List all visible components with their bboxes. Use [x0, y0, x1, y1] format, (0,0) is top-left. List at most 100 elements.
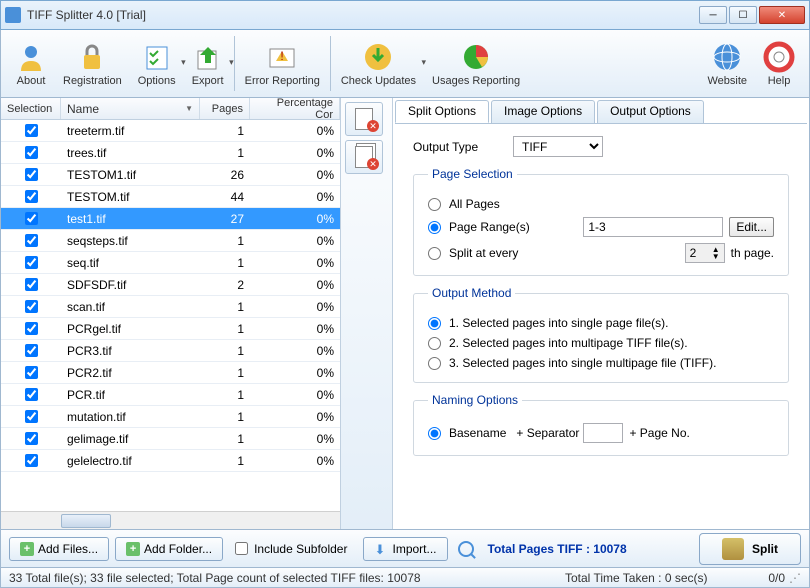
- row-checkbox[interactable]: [25, 366, 38, 379]
- registration-button[interactable]: Registration: [55, 32, 130, 95]
- row-name: test1.tif: [61, 212, 200, 226]
- table-row[interactable]: treeterm.tif10%: [1, 120, 340, 142]
- row-percentage: 0%: [250, 168, 340, 182]
- table-row[interactable]: PCRgel.tif10%: [1, 318, 340, 340]
- row-percentage: 0%: [250, 410, 340, 424]
- output-method-1-radio[interactable]: [428, 317, 441, 330]
- table-row[interactable]: test1.tif270%: [1, 208, 340, 230]
- minimize-button[interactable]: ─: [699, 6, 727, 24]
- resize-grip-icon[interactable]: ⋰: [789, 571, 801, 585]
- edit-ranges-button[interactable]: Edit...: [729, 217, 774, 237]
- export-button[interactable]: Export: [184, 32, 232, 95]
- all-pages-radio[interactable]: [428, 198, 441, 211]
- row-checkbox[interactable]: [25, 146, 38, 159]
- usages-reporting-button[interactable]: Usages Reporting: [424, 32, 528, 95]
- table-row[interactable]: gelimage.tif10%: [1, 428, 340, 450]
- row-percentage: 0%: [250, 212, 340, 226]
- table-row[interactable]: seq.tif10%: [1, 252, 340, 274]
- sort-indicator-icon: ▼: [185, 104, 193, 113]
- separator-input[interactable]: [583, 423, 623, 443]
- row-name: PCR3.tif: [61, 344, 200, 358]
- scrollbar-thumb[interactable]: [61, 514, 111, 528]
- split-every-radio[interactable]: [428, 247, 441, 260]
- row-checkbox[interactable]: [25, 344, 38, 357]
- table-row[interactable]: PCR.tif10%: [1, 384, 340, 406]
- output-type-label: Output Type: [413, 140, 513, 154]
- include-subfolder-label: Include Subfolder: [254, 542, 347, 556]
- tab-output-options[interactable]: Output Options: [597, 100, 704, 123]
- download-icon: [362, 41, 394, 73]
- row-checkbox[interactable]: [25, 432, 38, 445]
- add-files-button[interactable]: +Add Files...: [9, 537, 109, 561]
- col-name[interactable]: Name▼: [61, 98, 200, 119]
- check-updates-button[interactable]: Check Updates: [333, 32, 424, 95]
- include-subfolder-checkbox[interactable]: [235, 542, 248, 555]
- row-checkbox[interactable]: [25, 234, 38, 247]
- row-checkbox[interactable]: [25, 454, 38, 467]
- close-button[interactable]: ✕: [759, 6, 805, 24]
- col-pages[interactable]: Pages: [200, 98, 250, 119]
- row-checkbox[interactable]: [25, 190, 38, 203]
- magnifier-icon[interactable]: [458, 541, 474, 557]
- error-reporting-button[interactable]: !Error Reporting: [237, 32, 328, 95]
- row-percentage: 0%: [250, 388, 340, 402]
- add-folder-button[interactable]: +Add Folder...: [115, 537, 223, 561]
- col-percentage[interactable]: Percentage Cor: [250, 98, 340, 119]
- table-row[interactable]: PCR2.tif10%: [1, 362, 340, 384]
- grid-body[interactable]: treeterm.tif10%trees.tif10%TESTOM1.tif26…: [1, 120, 340, 511]
- row-pages: 1: [200, 454, 250, 468]
- row-pages: 1: [200, 234, 250, 248]
- split-button[interactable]: Split: [699, 533, 801, 565]
- user-icon: [15, 41, 47, 73]
- help-button[interactable]: Help: [755, 32, 803, 95]
- window-title: TIFF Splitter 4.0 [Trial]: [27, 8, 699, 22]
- row-checkbox[interactable]: [25, 168, 38, 181]
- table-row[interactable]: TESTOM1.tif260%: [1, 164, 340, 186]
- split-every-spinner[interactable]: 2▲▼: [685, 243, 725, 263]
- export-icon: [192, 41, 224, 73]
- basename-radio[interactable]: [428, 427, 441, 440]
- output-method-3-radio[interactable]: [428, 357, 441, 370]
- row-checkbox[interactable]: [25, 300, 38, 313]
- table-row[interactable]: PCR3.tif10%: [1, 340, 340, 362]
- about-button[interactable]: About: [7, 32, 55, 95]
- row-name: gelelectro.tif: [61, 454, 200, 468]
- options-button[interactable]: Options: [130, 32, 184, 95]
- row-checkbox[interactable]: [25, 388, 38, 401]
- globe-icon: [711, 41, 743, 73]
- page-ranges-radio[interactable]: [428, 221, 441, 234]
- table-row[interactable]: seqsteps.tif10%: [1, 230, 340, 252]
- tab-image-options[interactable]: Image Options: [491, 100, 595, 123]
- row-pages: 1: [200, 124, 250, 138]
- pie-icon: [460, 41, 492, 73]
- row-checkbox[interactable]: [25, 278, 38, 291]
- page-ranges-input[interactable]: [583, 217, 723, 237]
- status-left: 33 Total file(s); 33 file selected; Tota…: [9, 571, 565, 585]
- table-row[interactable]: TESTOM.tif440%: [1, 186, 340, 208]
- tab-split-options[interactable]: Split Options: [395, 100, 489, 123]
- row-pages: 1: [200, 344, 250, 358]
- row-checkbox[interactable]: [25, 124, 38, 137]
- remove-all-button[interactable]: ✕: [345, 140, 383, 174]
- output-type-select[interactable]: TIFF: [513, 136, 603, 157]
- output-method-2-radio[interactable]: [428, 337, 441, 350]
- row-percentage: 0%: [250, 146, 340, 160]
- row-checkbox[interactable]: [25, 256, 38, 269]
- col-selection[interactable]: Selection: [1, 98, 61, 119]
- table-row[interactable]: scan.tif10%: [1, 296, 340, 318]
- row-checkbox[interactable]: [25, 410, 38, 423]
- horizontal-scrollbar[interactable]: [1, 511, 340, 529]
- lock-icon: [76, 41, 108, 73]
- output-method-legend: Output Method: [428, 286, 515, 300]
- table-row[interactable]: SDFSDF.tif20%: [1, 274, 340, 296]
- remove-selected-button[interactable]: ✕: [345, 102, 383, 136]
- maximize-button[interactable]: ☐: [729, 6, 757, 24]
- row-checkbox[interactable]: [25, 322, 38, 335]
- table-row[interactable]: trees.tif10%: [1, 142, 340, 164]
- import-button[interactable]: ⬇Import...: [363, 537, 447, 561]
- website-button[interactable]: Website: [699, 32, 755, 95]
- split-options-panel: Output Type TIFF Page Selection All Page…: [395, 124, 807, 527]
- table-row[interactable]: mutation.tif10%: [1, 406, 340, 428]
- table-row[interactable]: gelelectro.tif10%: [1, 450, 340, 472]
- row-checkbox[interactable]: [25, 212, 38, 225]
